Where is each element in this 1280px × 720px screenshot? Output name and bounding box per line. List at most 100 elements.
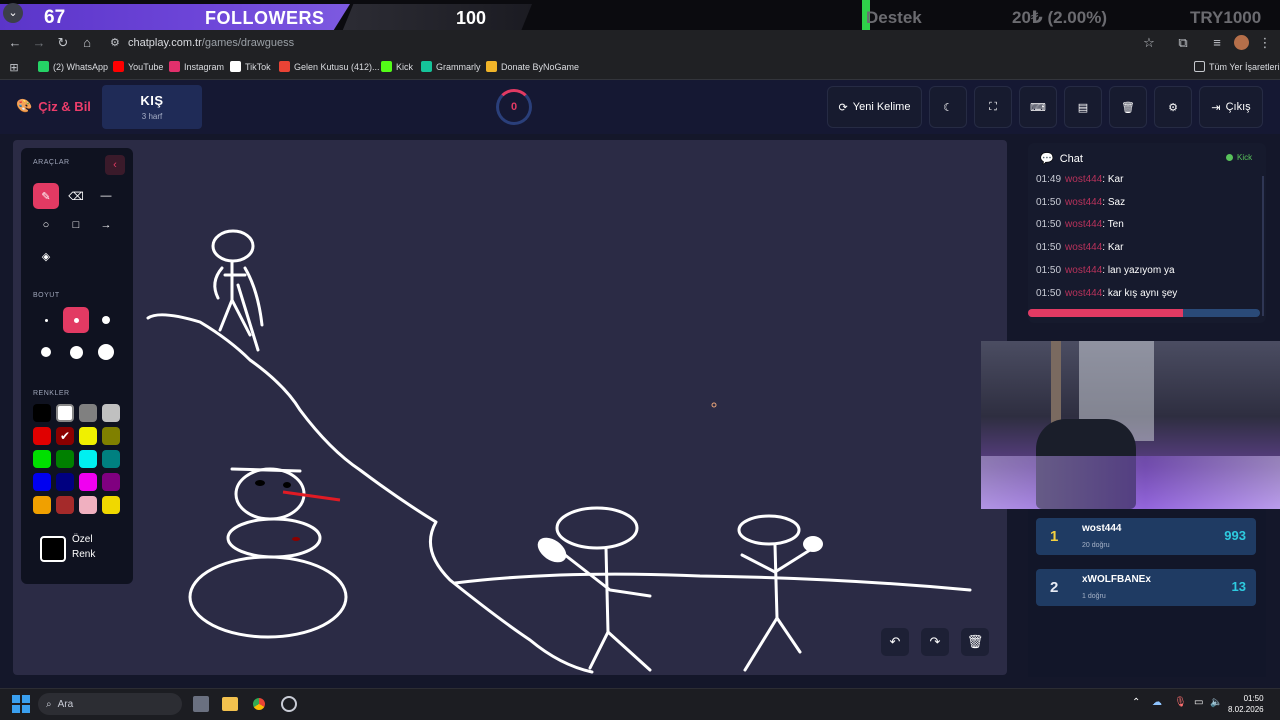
bookmark-item[interactable]: Gelen Kutusu (412)... [279,61,380,72]
color-swatch[interactable] [56,450,74,468]
eraser-tool[interactable]: ⌫ [63,183,89,209]
size-1[interactable] [33,307,59,333]
extensions-icon[interactable]: ⧉ [1174,34,1192,52]
chat-progress-fill [1028,309,1184,317]
player-sub: 20 doğru [1082,542,1110,549]
exit-button[interactable]: ⇥ Çıkış [1199,86,1263,128]
bookmark-favicon-icon [113,61,124,72]
media-icon[interactable]: ≡ [1208,34,1226,52]
color-swatch[interactable] [33,450,51,468]
color-swatch[interactable] [33,496,51,514]
tray-chevron-up-icon[interactable]: ⌃ [1132,697,1140,708]
bookmark-item[interactable]: Grammarly [421,61,481,72]
site-info-icon[interactable]: ⚙ [110,36,120,49]
bookmark-favicon-icon [230,61,241,72]
brand[interactable]: 🎨 Çiz & Bil [16,98,91,114]
rgb-light [981,456,1280,509]
start-tile [12,705,20,713]
clock-time: 01:50 [1243,694,1264,703]
home-icon[interactable]: ⌂ [78,34,96,52]
color-swatch[interactable] [56,404,74,422]
color-swatch[interactable] [79,404,97,422]
bookmark-favicon-icon [38,61,49,72]
forward-icon[interactable]: → [30,34,48,52]
bookmark-item[interactable]: Kick [381,61,413,72]
collapse-panel-button[interactable]: ‹ [105,155,125,175]
taskbar-search-label: Ara [57,698,74,710]
size-2[interactable] [63,307,89,333]
color-swatch[interactable]: ✔ [56,427,74,445]
network-icon[interactable]: ▭ [1194,697,1203,708]
line-tool[interactable]: — [93,183,119,209]
size-4[interactable] [33,339,59,365]
delete-button[interactable]: 🗑 [1109,86,1147,128]
app-icon[interactable] [281,696,297,712]
chat-message-user: wost444 [1065,287,1103,299]
color-swatch[interactable] [33,404,51,422]
reload-icon[interactable]: ↻ [54,34,72,52]
color-swatch[interactable] [56,496,74,514]
bookmark-item[interactable]: TikTok [230,61,271,72]
size-6[interactable] [93,339,119,365]
color-swatch[interactable] [102,427,120,445]
chat-message-time: 01:50 [1036,196,1062,208]
brand-label: Çiz & Bil [38,98,91,114]
bookmark-item[interactable]: YouTube [113,61,163,72]
volume-icon[interactable]: 🔈 [1210,697,1222,708]
chrome-icon[interactable] [250,695,268,713]
bookmark-star-icon[interactable]: ☆ [1140,34,1158,52]
bookmark-item[interactable]: (2) WhatsApp [38,61,108,72]
clear-canvas-button[interactable]: 🗑 [961,628,989,656]
settings-button[interactable]: ⚙ [1154,86,1192,128]
circle-tool[interactable]: ○ [33,212,59,238]
windows-start-icon[interactable] [12,695,30,713]
file-explorer-icon[interactable] [222,697,238,711]
chat-message-text: : Saz [1102,196,1126,208]
fullscreen-button[interactable]: ⛶ [974,86,1012,128]
keyboard-button[interactable]: ⌨ [1019,86,1057,128]
color-swatch[interactable] [79,496,97,514]
drawing-canvas[interactable] [13,140,1007,675]
microphone-icon[interactable]: 🎙 [1174,697,1187,708]
color-swatch[interactable] [102,473,120,491]
color-swatch[interactable] [102,496,120,514]
apps-grid-icon[interactable]: ⊞ [5,59,23,77]
rectangle-tool[interactable]: □ [63,212,89,238]
custom-color-picker[interactable] [40,536,66,562]
chevron-down-icon[interactable]: ⌄ [3,3,23,23]
archive-button[interactable]: ▤ [1064,86,1102,128]
chat-scrollbar[interactable] [1262,176,1264,316]
theme-toggle-button[interactable]: ☾ [929,86,967,128]
color-swatch[interactable] [79,473,97,491]
color-swatch[interactable] [33,473,51,491]
size-5[interactable] [63,339,89,365]
new-word-button[interactable]: ⟳ Yeni Kelime [827,86,922,128]
taskbar-search[interactable]: ⌕ Ara [38,693,182,715]
bookmark-item[interactable]: Instagram [169,61,224,72]
taskbar-clock[interactable]: 01:50 8.02.2026 [1228,693,1264,715]
color-swatch[interactable] [33,427,51,445]
color-swatch[interactable] [79,450,97,468]
brush-tool[interactable]: ✎ [33,183,59,209]
color-swatch[interactable] [56,473,74,491]
menu-icon[interactable]: ⋮ [1256,34,1274,52]
chat-progress-bar [1028,309,1260,317]
all-bookmarks[interactable]: Tüm Yer İşaretleri [1194,61,1280,72]
word-hint: 3 harf [141,112,163,121]
bookmark-item[interactable]: Donate ByNoGame [486,61,579,72]
url-text[interactable]: chatplay.com.tr/games/drawguess [128,37,294,49]
tray-cloud-icon[interactable]: ☁ [1152,697,1162,708]
color-swatch[interactable] [79,427,97,445]
fill-tool[interactable]: ◈ [33,243,59,269]
current-word: KIŞ [140,93,164,108]
back-icon[interactable]: ← [6,34,24,52]
redo-button[interactable]: ↷ [921,628,949,656]
undo-button[interactable]: ↶ [881,628,909,656]
profile-avatar[interactable] [1234,35,1249,50]
color-swatch[interactable] [102,404,120,422]
color-swatch[interactable] [102,450,120,468]
size-dot [69,345,83,359]
size-3[interactable] [93,307,119,333]
task-view-icon[interactable] [193,696,209,712]
arrow-tool[interactable]: → [93,212,119,238]
